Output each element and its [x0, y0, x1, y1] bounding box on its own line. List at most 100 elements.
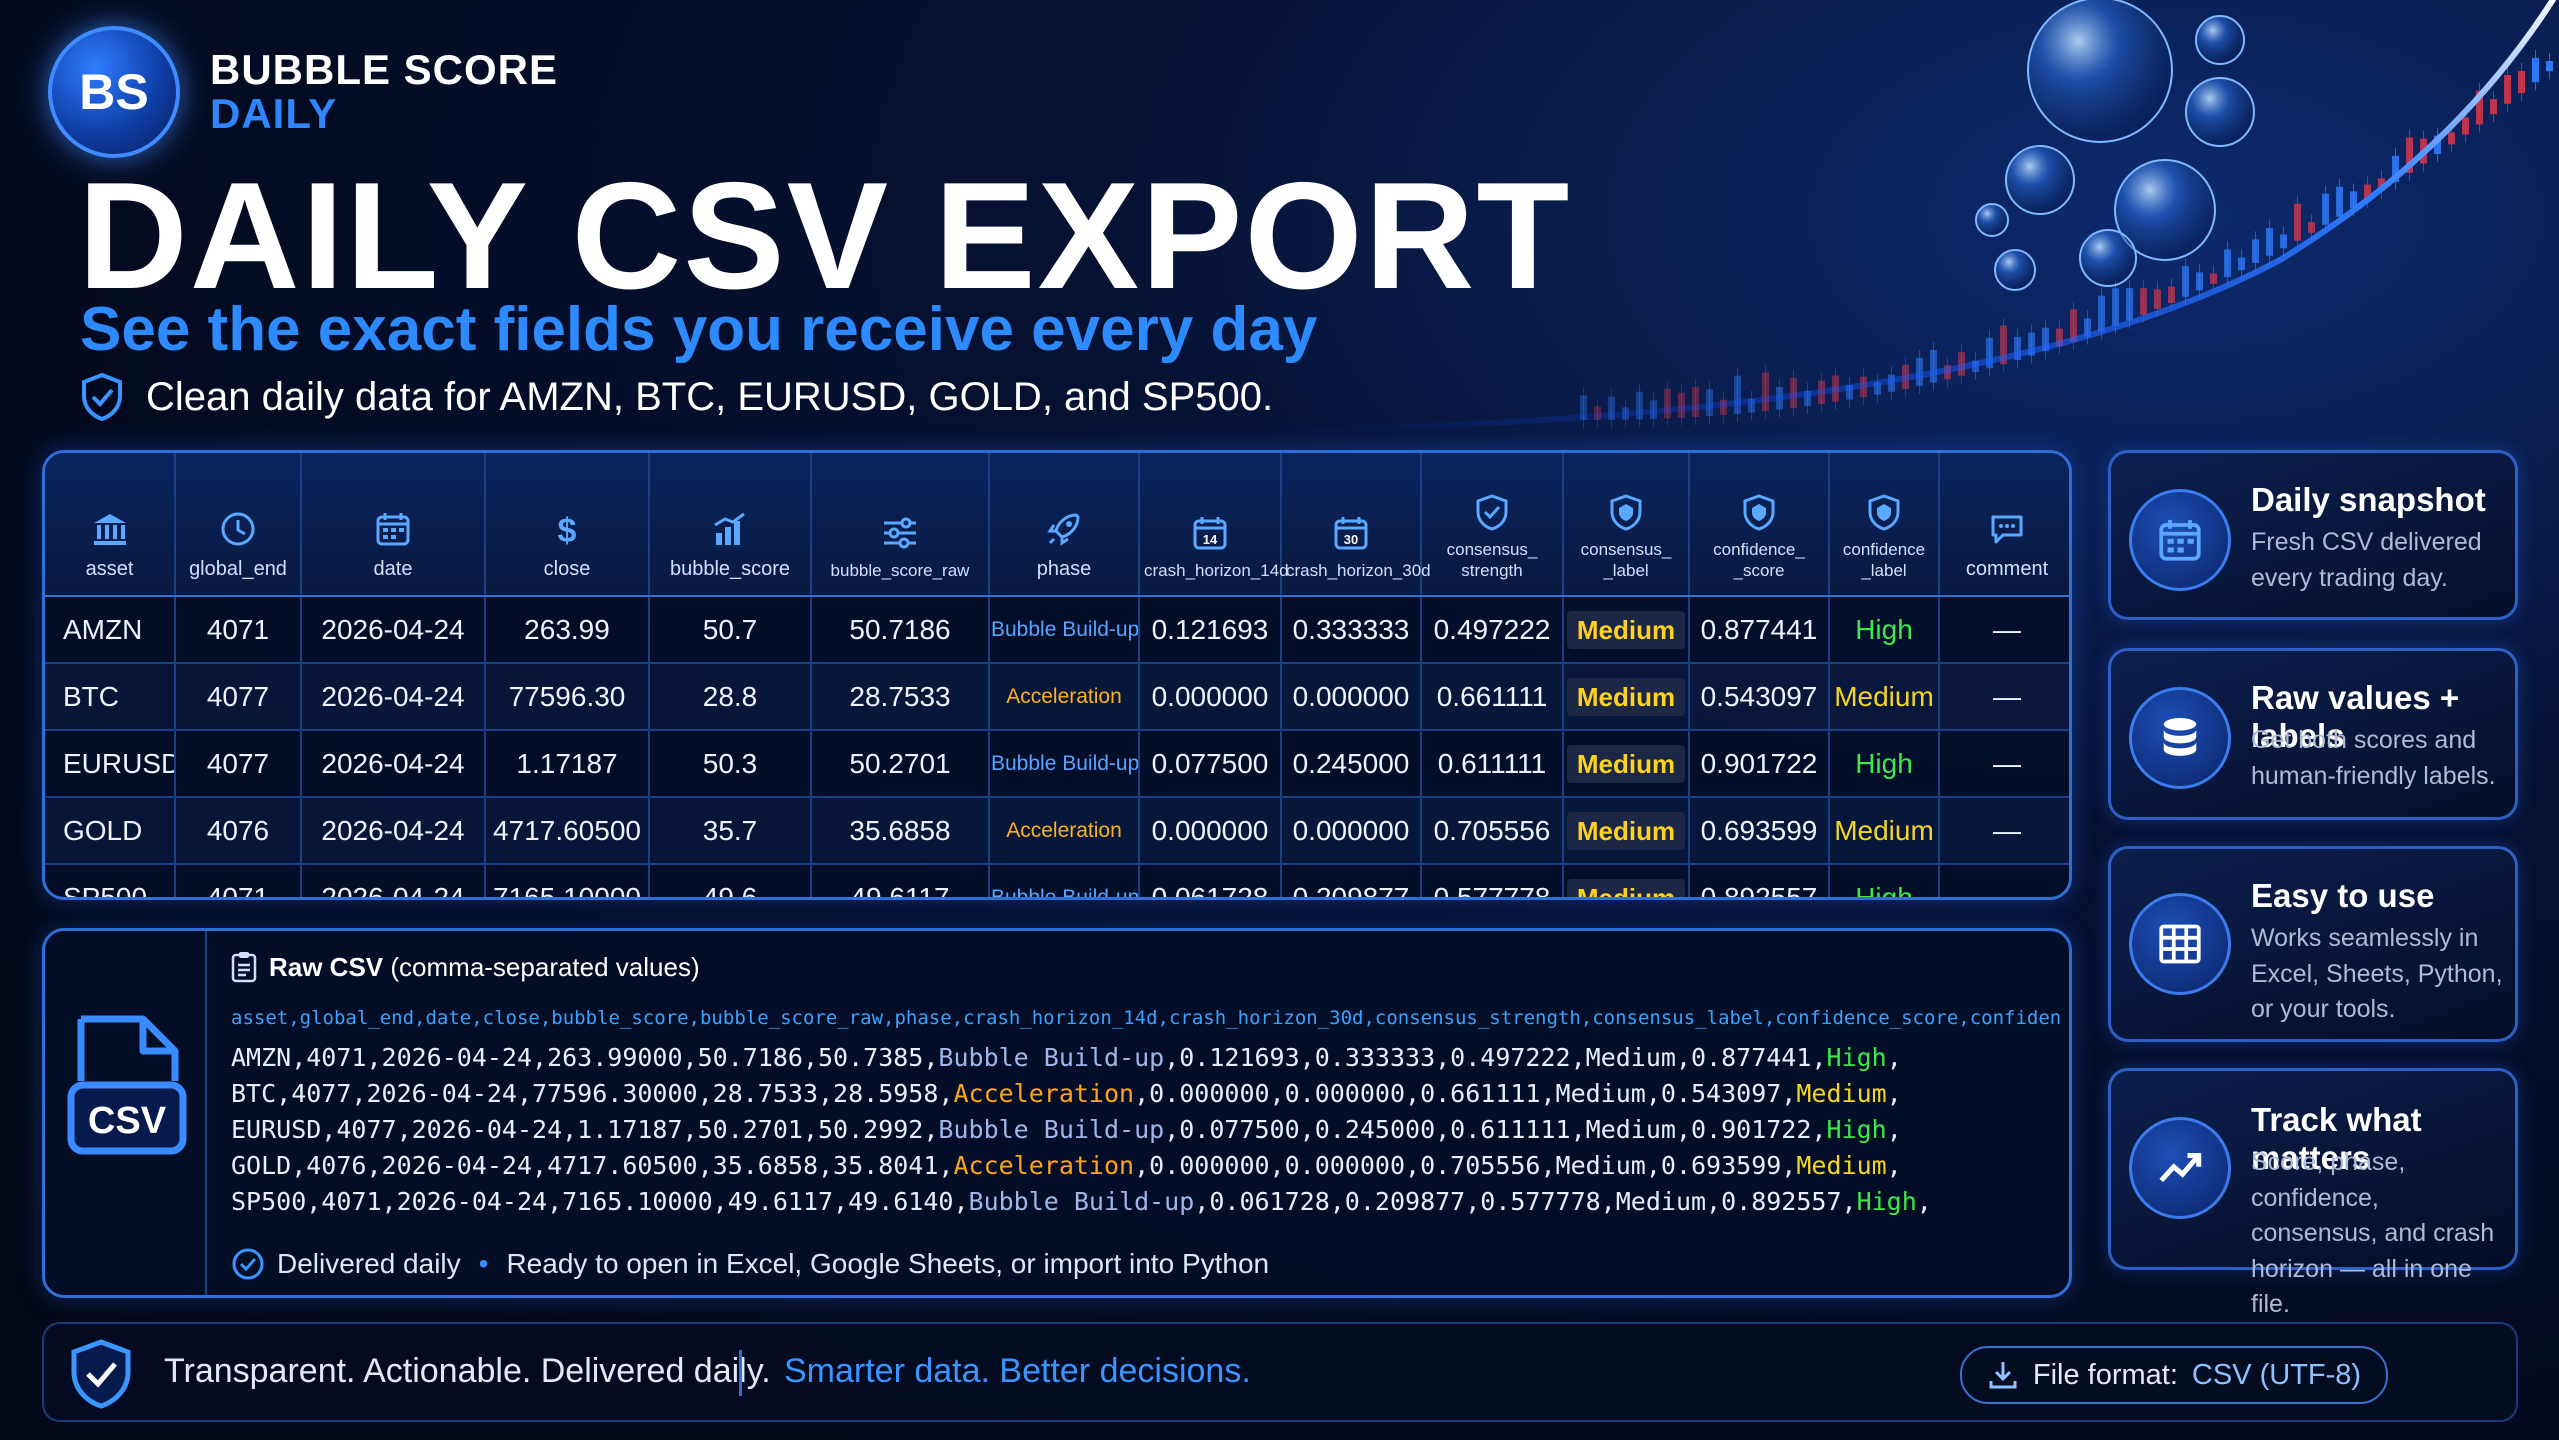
rocket-icon: [1047, 513, 1080, 546]
column-header-label: phase: [1036, 558, 1092, 580]
bullet-separator: •: [478, 1248, 489, 1279]
shield-badge-icon: [1743, 494, 1775, 531]
cell-consensus-strength: 0.611111: [1421, 730, 1564, 798]
column-header-bubble-score-raw: bubble_score_raw: [811, 453, 990, 597]
column-header-bubble-score: bubble_score: [649, 453, 812, 597]
column-header-confidence-score: confidence_ _score: [1689, 453, 1830, 597]
cell-consensus-strength: 0.705556: [1421, 797, 1564, 865]
cell-date: 2026-04-24: [301, 864, 486, 897]
csv-line-confidence: High: [1826, 1115, 1887, 1144]
csv-line-suffix: ,: [1886, 1043, 1902, 1072]
table-row: SP500 4071 2026-04-24 7165.10000 49.6 49.6117…: [45, 864, 2069, 897]
cell-asset: SP500: [45, 864, 176, 897]
column-header-label: bubble_score: [669, 558, 791, 580]
feature-card-icon: [2129, 1117, 2231, 1219]
column-header-phase: phase: [989, 453, 1140, 597]
cell-close: 263.99: [485, 596, 650, 664]
table-row: BTC 4077 2026-04-24 77596.30 28.8 28.7533 Acce…: [45, 663, 2069, 731]
consensus-label-badge: Medium: [1566, 878, 1686, 897]
cell-consensus-label: Medium: [1563, 864, 1690, 897]
calendar-icon: [2159, 520, 2201, 561]
cell-consensus-strength: 0.661111: [1421, 663, 1564, 731]
csv-line-middle: ,0.061728,0.209877,0.577778,Medium,0.892…: [1194, 1187, 1857, 1216]
cell-bubble-score-raw: 49.6117: [811, 864, 990, 897]
csv-line-confidence: High: [1826, 1043, 1887, 1072]
raw-csv-title: Raw CSV (comma-separated values): [231, 951, 700, 983]
cell-global-end: 4071: [175, 864, 302, 897]
csv-line-suffix: ,: [1916, 1187, 1932, 1216]
column-header-label: confidence_ _score: [1713, 540, 1805, 580]
cell-crash-horizon-14d: 0.000000: [1139, 663, 1282, 731]
csv-line: AMZN,4071,2026-04-24,263.99000,50.7186,5…: [231, 1043, 2061, 1072]
cell-comment: —: [1939, 864, 2069, 897]
cell-phase: Bubble Build-up: [989, 864, 1140, 897]
cell-bubble-score: 35.7: [649, 797, 812, 865]
cell-consensus-strength: 0.497222: [1421, 596, 1564, 664]
cell-crash-horizon-30d: 0.333333: [1281, 596, 1422, 664]
cell-phase: Bubble Build-up: [989, 730, 1140, 798]
brand-name: BUBBLE SCORE: [210, 45, 559, 93]
csv-icon-label: CSV: [88, 1100, 167, 1142]
table-row: GOLD 4076 2026-04-24 4717.60500 35.7 35.6858 A…: [45, 797, 2069, 865]
cell-comment: —: [1939, 730, 2069, 798]
csv-line-phase: Acceleration: [953, 1151, 1135, 1180]
file-format-button[interactable]: File format: CSV (UTF-8): [1960, 1346, 2388, 1404]
column-header-close: $ close: [485, 453, 650, 597]
cell-crash-horizon-14d: 0.121693: [1139, 596, 1282, 664]
cell-asset: EURUSD: [45, 730, 176, 798]
table-body: AMZN 4071 2026-04-24 263.99 50.7 50.7186 Bubbl…: [45, 596, 2069, 897]
delivered-label: Delivered daily: [277, 1248, 461, 1279]
data-table: asset global_end date $ close bubble_score bub…: [45, 453, 2069, 897]
cell-comment: —: [1939, 596, 2069, 664]
footer-slogan: Smarter data. Better decisions.: [784, 1352, 1251, 1390]
feature-card-description: Fresh CSV delivered every trading day.: [2251, 528, 2482, 592]
csv-line-prefix: SP500,4071,2026-04-24,7165.10000,49.6117…: [231, 1187, 969, 1216]
cell-crash-horizon-30d: 0.245000: [1281, 730, 1422, 798]
raw-csv-panel: CSV Raw CSV (comma-separated values) ass…: [42, 928, 2072, 1298]
feature-card: Raw values + labels Get both scores and h…: [2108, 648, 2518, 820]
cell-date: 2026-04-24: [301, 596, 486, 664]
csv-line-middle: ,0.000000,0.000000,0.705556,Medium,0.693…: [1134, 1151, 1797, 1180]
column-header-label: comment: [1965, 558, 2049, 580]
column-header-global-end: global_end: [175, 453, 302, 597]
cell-consensus-label: Medium: [1563, 797, 1690, 865]
cell-phase: Acceleration: [989, 663, 1140, 731]
cell-global-end: 4077: [175, 730, 302, 798]
cell-confidence-label: High: [1829, 730, 1940, 798]
dollar-icon: $: [558, 512, 577, 549]
feature-card: Daily snapshot Fresh CSV delivered every …: [2108, 450, 2518, 620]
csv-line-prefix: BTC,4077,2026-04-24,77596.30000,28.7533,…: [231, 1079, 954, 1108]
feature-card-icon: [2129, 687, 2231, 789]
footer-divider: [739, 1350, 742, 1396]
raw-csv-title-bold: Raw CSV: [269, 951, 384, 982]
cell-consensus-label: Medium: [1563, 596, 1690, 664]
cell-date: 2026-04-24: [301, 663, 486, 731]
database-icon: [2163, 718, 2197, 756]
feature-card-description: Works seamlessly in Excel, Sheets, Pytho…: [2251, 924, 2503, 1023]
column-header-label: consensus_ _label: [1580, 540, 1672, 580]
table-row: AMZN 4071 2026-04-24 263.99 50.7 50.7186 Bubbl…: [45, 596, 2069, 664]
clock-icon: [221, 512, 255, 546]
feature-card-title: Easy to use: [2251, 877, 2435, 914]
feature-card: Track what matters Score, phase, confiden…: [2108, 1068, 2518, 1318]
csv-line-confidence: Medium: [1796, 1151, 1887, 1180]
column-header-comment: comment: [1939, 453, 2069, 597]
brand: BS BUBBLE SCORE DAILY: [48, 26, 558, 158]
cell-confidence-score: 0.877441: [1689, 596, 1830, 664]
cell-asset: GOLD: [45, 797, 176, 865]
cell-confidence-label: High: [1829, 596, 1940, 664]
shield-badge-icon: [1610, 494, 1642, 531]
column-header-label: crash_horizon_30d: [1286, 560, 1431, 580]
cell-comment: —: [1939, 797, 2069, 865]
svg-text:30: 30: [1344, 532, 1358, 547]
csv-line-middle: ,0.077500,0.245000,0.611111,Medium,0.901…: [1164, 1115, 1827, 1144]
csv-line-prefix: GOLD,4076,2026-04-24,4717.60500,35.6858,…: [231, 1151, 954, 1180]
cell-crash-horizon-14d: 0.000000: [1139, 797, 1282, 865]
column-header-crash-horizon-30d: 30 crash_horizon_30d: [1281, 453, 1431, 597]
consensus-label-badge: Medium: [1566, 610, 1686, 649]
raw-csv-title-rest: (comma-separated values): [383, 951, 700, 982]
svg-text:$: $: [558, 512, 577, 549]
cell-global-end: 4071: [175, 596, 302, 664]
cell-global-end: 4077: [175, 663, 302, 731]
bank-icon: [93, 514, 126, 545]
